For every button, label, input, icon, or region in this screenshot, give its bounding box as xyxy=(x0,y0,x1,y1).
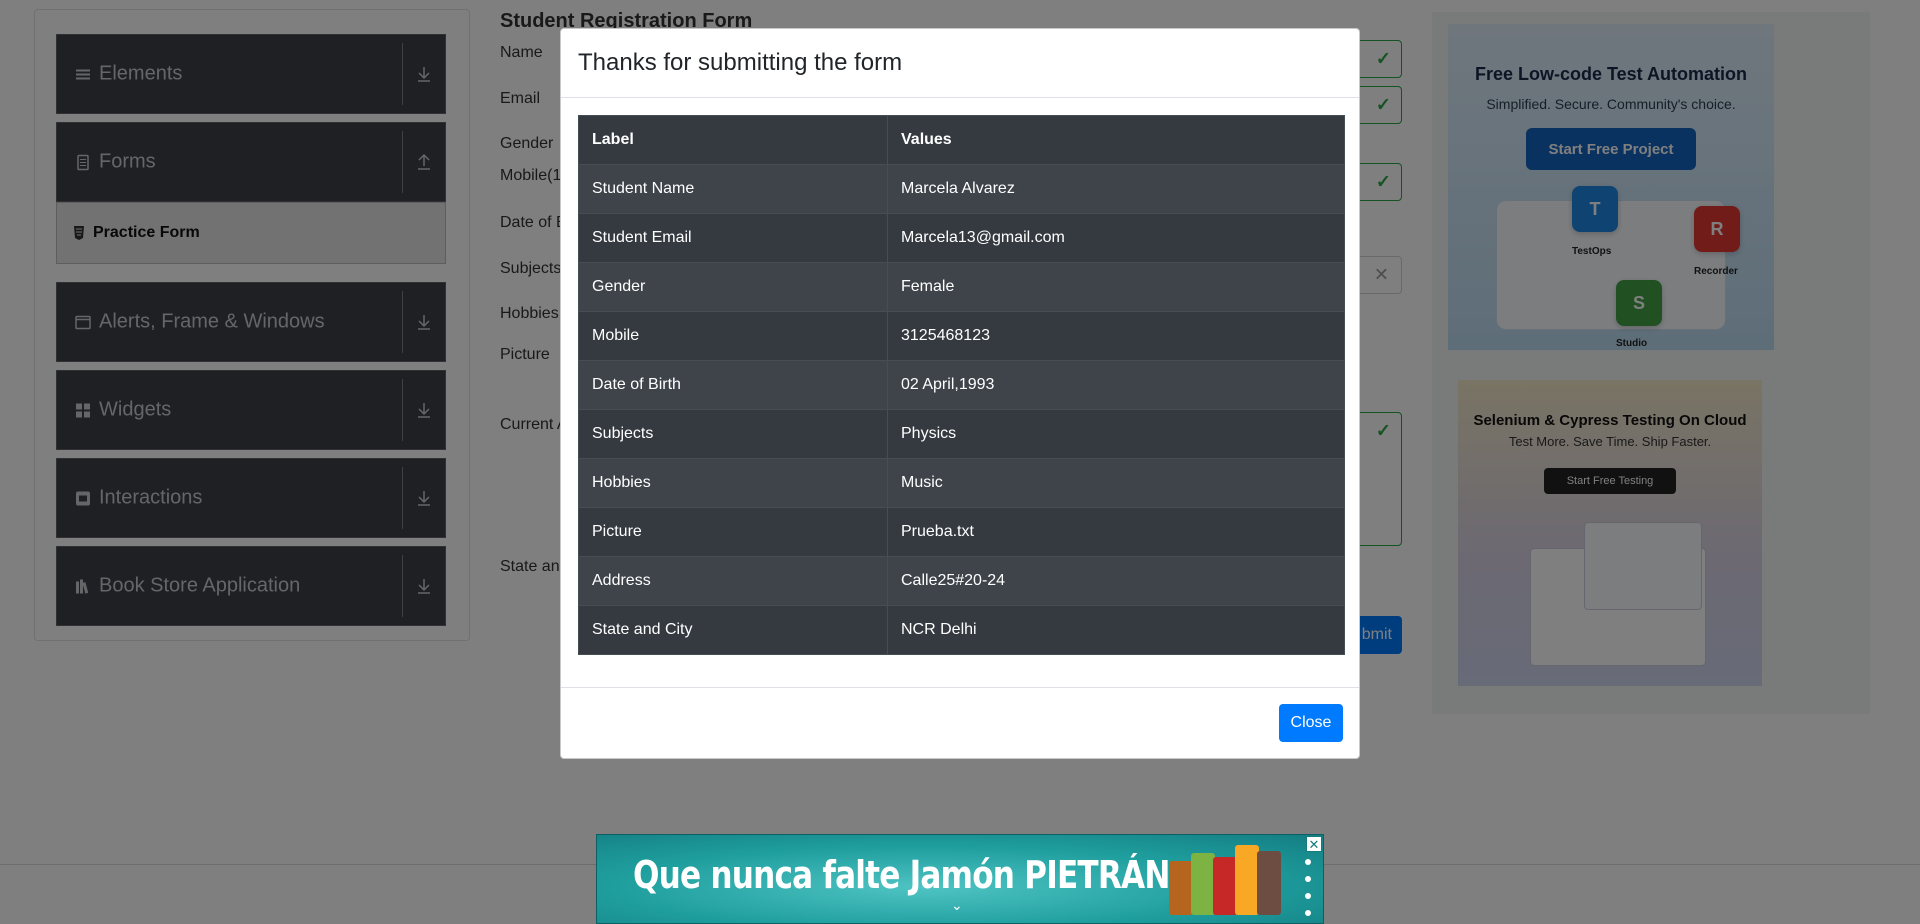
table-row: Mobile 3125468123 xyxy=(578,311,1345,361)
row-label: Student Email xyxy=(578,213,888,263)
table-row: State and City NCR Delhi xyxy=(578,605,1345,655)
submission-modal: Thanks for submitting the form Label Val… xyxy=(560,28,1360,759)
table-header-row: Label Values xyxy=(578,115,1345,165)
table-row: Address Calle25#20-24 xyxy=(578,556,1345,606)
row-label: Gender xyxy=(578,262,888,312)
row-label: Date of Birth xyxy=(578,360,888,410)
bottom-ad-banner[interactable]: Que nunca falte Jamón PIETRÁN ⌄ ✕ xyxy=(596,834,1324,924)
modal-body: Label Values Student Name Marcela Alvarez… xyxy=(578,115,1345,655)
modal-footer: Close xyxy=(561,687,1359,759)
row-value: Calle25#20-24 xyxy=(887,556,1345,606)
row-value: Prueba.txt xyxy=(887,507,1345,557)
banner-headline: Que nunca falte Jamón PIETRÁN xyxy=(633,853,1170,897)
submission-table: Label Values Student Name Marcela Alvarez… xyxy=(578,115,1345,655)
product-packs-image xyxy=(1169,841,1287,921)
close-button[interactable]: Close xyxy=(1279,704,1343,742)
row-label: Student Name xyxy=(578,164,888,214)
table-row: Student Name Marcela Alvarez xyxy=(578,164,1345,214)
modal-title: Thanks for submitting the form xyxy=(578,49,903,76)
chevron-down-icon[interactable]: ⌄ xyxy=(951,897,963,914)
column-header-label: Label xyxy=(578,115,888,165)
row-value: Music xyxy=(887,458,1345,508)
table-row: Date of Birth 02 April,1993 xyxy=(578,360,1345,410)
row-label: Address xyxy=(578,556,888,606)
row-label: State and City xyxy=(578,605,888,655)
row-value: Marcela Alvarez xyxy=(887,164,1345,214)
row-value: Physics xyxy=(887,409,1345,459)
carousel-dots[interactable] xyxy=(1305,859,1311,916)
row-value: 3125468123 xyxy=(887,311,1345,361)
column-header-values: Values xyxy=(887,115,1345,165)
row-value: Marcela13@gmail.com xyxy=(887,213,1345,263)
row-value: NCR Delhi xyxy=(887,605,1345,655)
row-label: Picture xyxy=(578,507,888,557)
close-icon[interactable]: ✕ xyxy=(1306,836,1322,852)
table-row: Picture Prueba.txt xyxy=(578,507,1345,557)
modal-header: Thanks for submitting the form xyxy=(561,29,1359,98)
row-value: Female xyxy=(887,262,1345,312)
table-row: Student Email Marcela13@gmail.com xyxy=(578,213,1345,263)
row-label: Mobile xyxy=(578,311,888,361)
row-label: Hobbies xyxy=(578,458,888,508)
row-value: 02 April,1993 xyxy=(887,360,1345,410)
table-row: Subjects Physics xyxy=(578,409,1345,459)
table-row: Hobbies Music xyxy=(578,458,1345,508)
table-row: Gender Female xyxy=(578,262,1345,312)
row-label: Subjects xyxy=(578,409,888,459)
